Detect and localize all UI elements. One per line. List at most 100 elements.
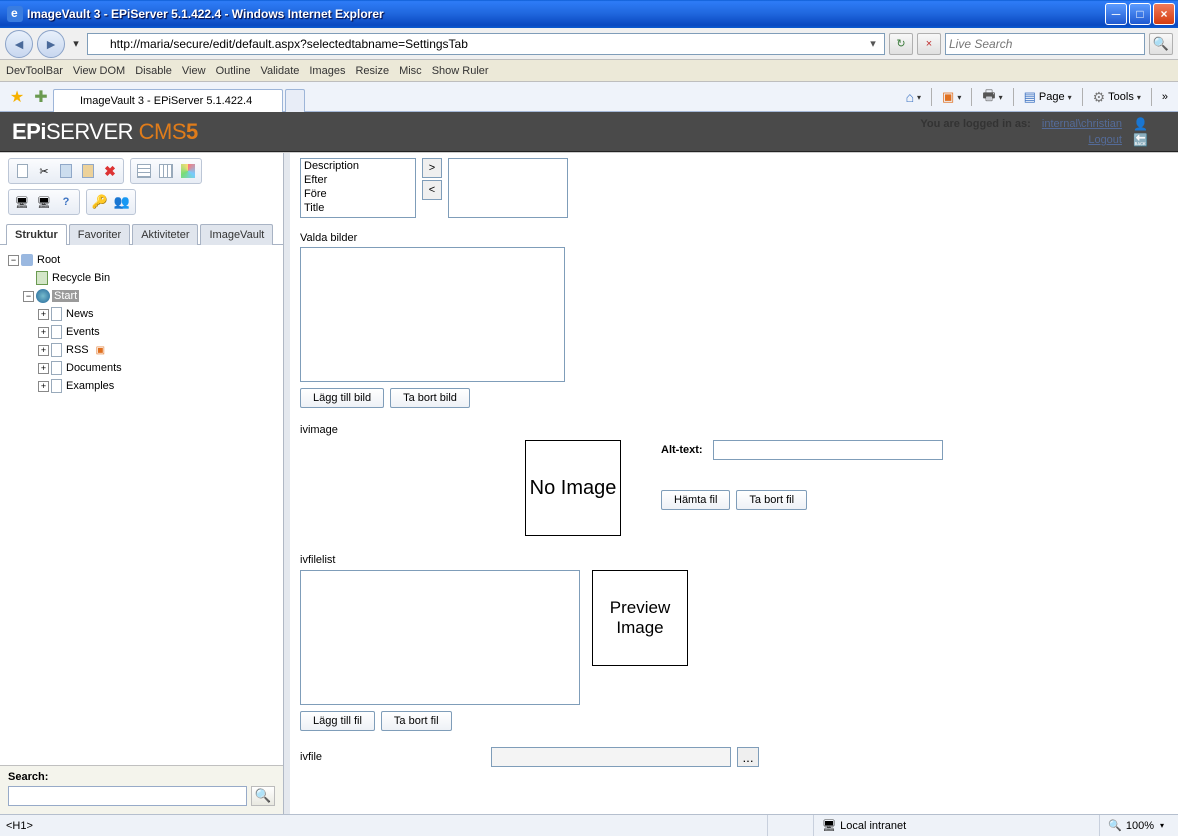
tab-favoriter[interactable]: Favoriter bbox=[69, 224, 130, 245]
devbar-item[interactable]: DevToolBar bbox=[6, 65, 63, 77]
command-bar: ⌂▾ ▣▾ 🖶▾ ▤Page▾ ⚙Tools▾ » bbox=[902, 86, 1172, 108]
list-option[interactable]: Description bbox=[301, 159, 415, 173]
window-close-button[interactable]: × bbox=[1153, 3, 1175, 25]
tree-expand[interactable]: + bbox=[38, 381, 49, 392]
grid3-button[interactable] bbox=[179, 162, 197, 180]
devbar-item[interactable]: Images bbox=[309, 65, 345, 77]
alt-text-input[interactable] bbox=[713, 440, 943, 460]
move-right-button[interactable]: > bbox=[422, 158, 442, 178]
devbar-item[interactable]: Resize bbox=[355, 65, 389, 77]
grid2-button[interactable] bbox=[157, 162, 175, 180]
url-dropdown[interactable]: ▾ bbox=[865, 37, 881, 50]
help-button[interactable]: ? bbox=[57, 193, 75, 211]
logout-link[interactable]: Logout bbox=[1088, 134, 1122, 146]
feeds-button[interactable]: ▣▾ bbox=[938, 86, 965, 108]
tree-item[interactable]: News bbox=[64, 308, 96, 320]
back-button[interactable]: ◄ bbox=[5, 30, 33, 58]
add-image-button[interactable]: Lägg till bild bbox=[300, 388, 384, 408]
home-button[interactable]: ⌂▾ bbox=[902, 86, 925, 108]
available-metadata-list[interactable]: Description Efter Före Title bbox=[300, 158, 416, 218]
selected-images-list[interactable] bbox=[300, 247, 565, 382]
devbar-item[interactable]: Show Ruler bbox=[432, 65, 489, 77]
grid1-button[interactable] bbox=[135, 162, 153, 180]
main-scroll[interactable]: Description Efter Före Title > < Valda b… bbox=[290, 153, 1178, 814]
ivimage-label: ivimage bbox=[300, 424, 338, 436]
url-input[interactable] bbox=[110, 37, 865, 51]
left-tabs: Struktur Favoriter Aktiviteter ImageVaul… bbox=[0, 223, 283, 245]
window-minimize-button[interactable]: ─ bbox=[1105, 3, 1127, 25]
add-file-button[interactable]: Lägg till fil bbox=[300, 711, 375, 731]
list-option[interactable]: Före bbox=[301, 187, 415, 201]
browse-button[interactable]: ... bbox=[737, 747, 759, 767]
tree-item[interactable]: Events bbox=[64, 326, 102, 338]
devbar-item[interactable]: Misc bbox=[399, 65, 422, 77]
cut-button[interactable]: ✂ bbox=[35, 162, 53, 180]
print-button[interactable]: 🖶▾ bbox=[978, 86, 1006, 108]
tree-item[interactable]: Examples bbox=[64, 380, 116, 392]
globe-icon bbox=[36, 289, 50, 303]
tree-item[interactable]: RSS bbox=[64, 344, 91, 356]
delete-file-button[interactable]: Ta bort fil bbox=[381, 711, 452, 731]
tools-menu[interactable]: ⚙Tools▾ bbox=[1089, 86, 1145, 108]
devbar-item[interactable]: Validate bbox=[260, 65, 299, 77]
forward-button[interactable]: ► bbox=[37, 30, 65, 58]
tab-struktur[interactable]: Struktur bbox=[6, 224, 67, 245]
paste-button[interactable] bbox=[79, 162, 97, 180]
tree-search-button[interactable]: 🔍 bbox=[251, 786, 275, 806]
remove-image-button[interactable]: Ta bort bild bbox=[390, 388, 470, 408]
page-icon bbox=[51, 343, 62, 357]
tree-expand[interactable]: + bbox=[38, 309, 49, 320]
tree-collapse[interactable]: − bbox=[8, 255, 19, 266]
stop-button[interactable]: × bbox=[917, 33, 941, 55]
monitor2-button[interactable]: 🖥 bbox=[35, 193, 53, 211]
history-dropdown[interactable]: ▾ bbox=[69, 33, 83, 55]
selected-metadata-list[interactable] bbox=[448, 158, 568, 218]
browser-tab[interactable]: ImageVault 3 - EPiServer 5.1.422.4 bbox=[53, 89, 283, 112]
new-tab-button[interactable] bbox=[285, 89, 305, 112]
window-maximize-button[interactable]: □ bbox=[1129, 3, 1151, 25]
tree-recycle[interactable]: Recycle Bin bbox=[50, 272, 112, 284]
key-button[interactable]: 🔑 bbox=[91, 193, 109, 211]
list-option[interactable]: Efter bbox=[301, 173, 415, 187]
move-left-button[interactable]: < bbox=[422, 180, 442, 200]
refresh-button[interactable]: ↻ bbox=[889, 33, 913, 55]
favorites-button[interactable]: ★ bbox=[7, 87, 27, 107]
ivfile-path-input[interactable] bbox=[491, 747, 731, 767]
tree-expand[interactable]: + bbox=[38, 327, 49, 338]
add-favorite-button[interactable]: ✚ bbox=[31, 87, 51, 107]
tab-imagevault[interactable]: ImageVault bbox=[200, 224, 273, 245]
tree-expand[interactable]: + bbox=[38, 345, 49, 356]
devbar-item[interactable]: Outline bbox=[216, 65, 251, 77]
tree-start[interactable]: Start bbox=[52, 290, 79, 302]
zoom-control[interactable]: 🔍 100% ▾ bbox=[1099, 815, 1172, 836]
tree-root[interactable]: Root bbox=[35, 254, 62, 266]
page-menu[interactable]: ▤Page▾ bbox=[1020, 86, 1076, 108]
search-box[interactable] bbox=[945, 33, 1145, 55]
tab-aktiviteter[interactable]: Aktiviteter bbox=[132, 224, 198, 245]
list-option[interactable]: Title bbox=[301, 201, 415, 215]
tree-search-input[interactable] bbox=[8, 786, 247, 806]
copy-button[interactable] bbox=[57, 162, 75, 180]
separator bbox=[931, 88, 932, 106]
address-bar[interactable]: ▾ bbox=[87, 33, 885, 55]
devbar-item[interactable]: Disable bbox=[135, 65, 172, 77]
tree-collapse[interactable]: − bbox=[23, 291, 34, 302]
dev-toolbar: DevToolBar View DOM Disable View Outline… bbox=[0, 60, 1178, 82]
people-button[interactable]: 👥 bbox=[113, 193, 131, 211]
username-link[interactable]: internal\christian bbox=[1042, 118, 1122, 130]
tree-item[interactable]: Documents bbox=[64, 362, 124, 374]
delete-button[interactable]: ✖ bbox=[101, 162, 119, 180]
new-page-button[interactable] bbox=[13, 162, 31, 180]
search-input[interactable] bbox=[949, 37, 1141, 51]
expand-chevrons[interactable]: » bbox=[1158, 86, 1172, 108]
devbar-item[interactable]: View DOM bbox=[73, 65, 125, 77]
file-list[interactable] bbox=[300, 570, 580, 705]
devbar-item[interactable]: View bbox=[182, 65, 206, 77]
rss-icon: ▣ bbox=[96, 345, 105, 356]
remove-file-button[interactable]: Ta bort fil bbox=[736, 490, 807, 510]
search-go-button[interactable]: 🔍 bbox=[1149, 33, 1173, 55]
page-tree[interactable]: − Root Recycle Bin − Start + News + bbox=[0, 245, 283, 765]
tree-expand[interactable]: + bbox=[38, 363, 49, 374]
monitor1-button[interactable]: 🖥 bbox=[13, 193, 31, 211]
fetch-file-button[interactable]: Hämta fil bbox=[661, 490, 730, 510]
